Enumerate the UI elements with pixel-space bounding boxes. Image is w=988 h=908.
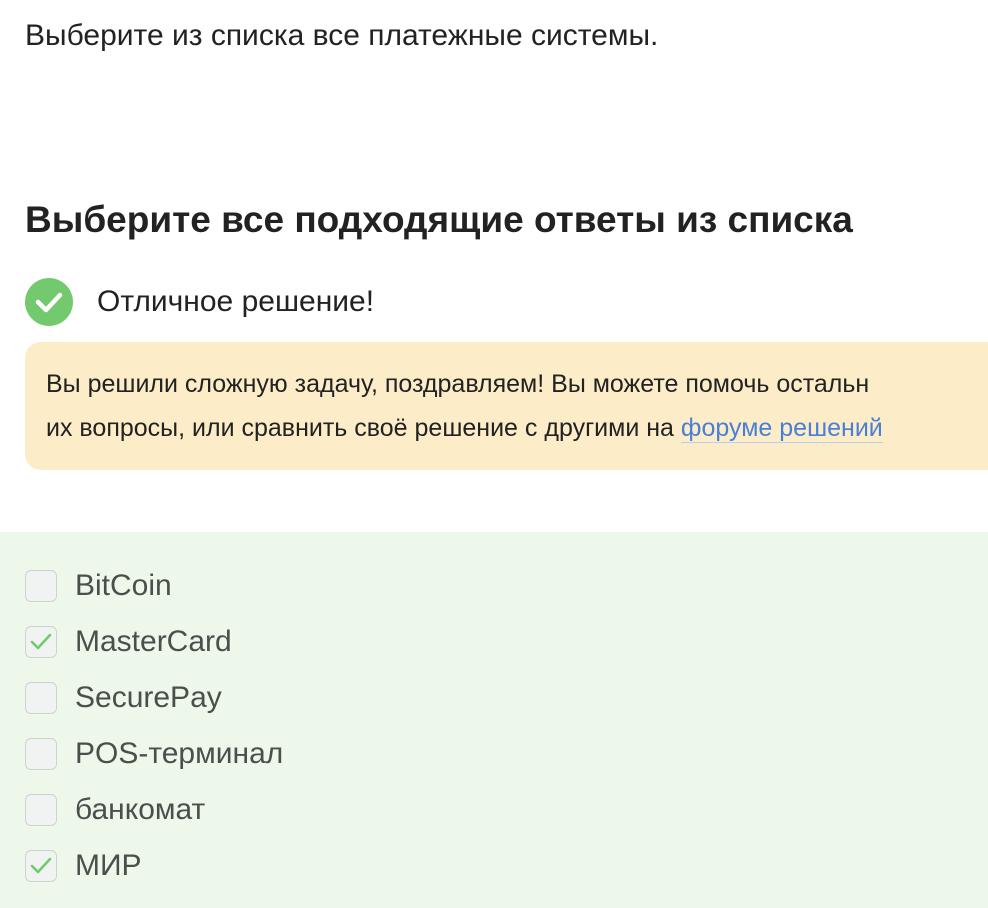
notice-line-2-text: их вопросы, или сравнить своё решение с … — [46, 414, 681, 442]
notice-line-1: Вы решили сложную задачу, поздравляем! В… — [46, 370, 870, 398]
success-notice: Вы решили сложную задачу, поздравляем! В… — [25, 342, 988, 470]
section-heading: Выберите все подходящие ответы из списка — [25, 199, 853, 240]
solutions-forum-link[interactable]: форуме решений — [680, 414, 883, 443]
checkmark-icon — [30, 633, 52, 650]
option-mir[interactable]: МИР — [25, 849, 142, 883]
checkmark-icon — [30, 857, 52, 874]
option-label: BitCoin — [75, 569, 172, 602]
option-label: банкомат — [75, 793, 206, 826]
checkbox[interactable] — [25, 682, 57, 714]
option-label: SecurePay — [75, 681, 222, 714]
checkbox[interactable] — [25, 794, 57, 826]
option-pos-terminal[interactable]: POS-терминал — [25, 737, 283, 771]
checkbox[interactable] — [25, 738, 57, 770]
notice-line-2: их вопросы, или сравнить своё решение с … — [46, 406, 988, 450]
answer-options: BitCoin MasterCard SecurePay POS-термина… — [0, 532, 988, 908]
option-atm[interactable]: банкомат — [25, 793, 205, 827]
check-circle-icon — [25, 278, 73, 326]
option-bitcoin[interactable]: BitCoin — [25, 569, 172, 603]
question-text: Выберите из списка все платежные системы… — [25, 19, 659, 52]
option-label: MasterCard — [75, 625, 232, 658]
option-mastercard[interactable]: MasterCard — [25, 625, 232, 659]
option-label: POS-терминал — [75, 737, 284, 770]
result-text: Отличное решение! — [97, 285, 375, 318]
option-securepay[interactable]: SecurePay — [25, 681, 222, 715]
checkbox-checked[interactable] — [25, 626, 57, 658]
checkbox-checked[interactable] — [25, 850, 57, 882]
checkbox[interactable] — [25, 570, 57, 602]
result-status: Отличное решение! — [25, 278, 374, 326]
option-label: МИР — [75, 849, 142, 882]
